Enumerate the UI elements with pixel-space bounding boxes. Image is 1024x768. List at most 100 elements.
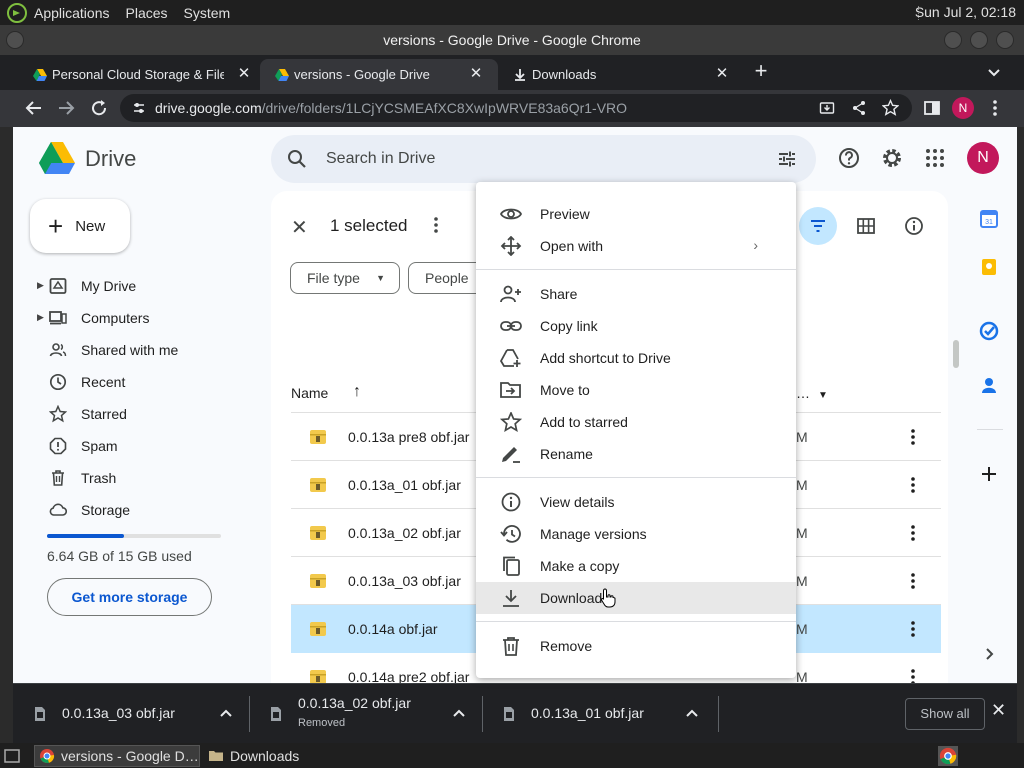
search-icon[interactable]	[287, 149, 307, 169]
search-input[interactable]: Search in Drive	[326, 150, 435, 168]
help-icon[interactable]	[838, 147, 860, 169]
tab-downloads[interactable]: Downloads ✕	[498, 59, 738, 90]
chrome-tray-icon[interactable]	[938, 746, 958, 766]
sidebar-item-shared[interactable]: Shared with me	[13, 334, 253, 366]
chevron-up-icon[interactable]	[452, 707, 466, 721]
tab-versions[interactable]: versions - Google Drive ✕	[260, 59, 498, 90]
clear-selection-icon[interactable]: ✕	[291, 215, 308, 240]
storage-usage-bar	[47, 534, 221, 538]
contacts-icon[interactable]	[979, 375, 999, 395]
sidebar-item-recent[interactable]: Recent	[13, 366, 253, 398]
download-item[interactable]: 0.0.13a_02 obf.jar Removed	[249, 684, 482, 744]
chevron-up-icon[interactable]	[685, 707, 699, 721]
gear-icon[interactable]	[881, 147, 903, 169]
back-icon[interactable]	[24, 98, 44, 118]
bookmark-star-icon[interactable]	[882, 99, 899, 116]
tab-personal-cloud[interactable]: Personal Cloud Storage & File ✕	[18, 59, 260, 90]
menu-item-open-with[interactable]: Open with ›	[476, 230, 796, 262]
more-actions-icon[interactable]	[903, 427, 923, 447]
more-actions-icon[interactable]	[903, 475, 923, 495]
search-bar[interactable]: Search in Drive	[271, 135, 816, 183]
close-downloads-bar-icon[interactable]: ✕	[991, 701, 1007, 719]
spam-icon	[49, 437, 67, 455]
profile-avatar[interactable]: N	[952, 97, 974, 119]
get-more-storage-button[interactable]: Get more storage	[47, 578, 212, 616]
menu-item-add-shortcut-to-drive[interactable]: Add shortcut to Drive	[476, 342, 796, 374]
gnome-foot-icon[interactable]	[6, 2, 28, 24]
new-tab-button[interactable]: +	[752, 60, 770, 82]
menu-item-remove[interactable]: Remove	[476, 630, 796, 662]
window-menu-button[interactable]	[6, 31, 24, 49]
sidebar-item-my-drive[interactable]: ▶ My Drive	[13, 270, 253, 302]
more-actions-icon[interactable]	[903, 619, 923, 639]
panel-clock[interactable]: Sun Jul 2, 02:18	[915, 4, 1016, 20]
tasks-icon[interactable]	[979, 321, 999, 341]
file-type-filter-chip[interactable]: File type ▼	[290, 262, 400, 294]
side-panel-icon[interactable]	[922, 98, 942, 118]
menu-item-copy-link[interactable]: Copy link	[476, 310, 796, 342]
task-chrome-window[interactable]: versions - Google D…	[34, 745, 200, 767]
window-titlebar[interactable]: versions - Google Drive - Google Chrome	[0, 25, 1024, 55]
reload-icon[interactable]	[89, 98, 109, 118]
menu-item-rename[interactable]: Rename	[476, 438, 796, 470]
menu-system[interactable]: System	[184, 5, 231, 21]
menu-item-manage-versions[interactable]: Manage versions	[476, 518, 796, 550]
menu-item-download[interactable]: Download	[476, 582, 796, 614]
chevron-up-icon[interactable]	[219, 707, 233, 721]
show-all-downloads-button[interactable]: Show all	[905, 698, 985, 730]
more-actions-icon[interactable]	[903, 667, 923, 683]
close-tab-icon[interactable]: ✕	[468, 66, 484, 82]
sidebar-item-computers[interactable]: ▶ Computers	[13, 302, 253, 334]
menu-item-add-to-starred[interactable]: Add to starred	[476, 406, 796, 438]
sidebar-item-storage[interactable]: Storage	[13, 494, 253, 526]
menu-applications[interactable]: Applications	[34, 5, 110, 21]
minimize-button[interactable]	[944, 31, 962, 49]
more-actions-icon[interactable]	[903, 523, 923, 543]
more-actions-icon[interactable]	[903, 571, 923, 591]
menu-item-view-details[interactable]: View details	[476, 486, 796, 518]
sidebar-item-trash[interactable]: Trash	[13, 462, 253, 494]
account-avatar[interactable]: N	[967, 142, 999, 174]
maximize-button[interactable]	[970, 31, 988, 49]
new-button[interactable]: + New	[30, 199, 130, 253]
task-downloads-folder[interactable]: Downloads	[204, 745, 344, 767]
address-bar[interactable]: drive.google.com/drive/folders/1LCjYCSME…	[120, 94, 912, 122]
menu-item-share[interactable]: Share	[476, 278, 796, 310]
filter-button[interactable]	[799, 207, 837, 245]
install-app-icon[interactable]	[819, 100, 835, 116]
search-options-icon[interactable]	[777, 149, 797, 169]
close-tab-icon[interactable]: ✕	[714, 66, 730, 82]
menu-item-preview[interactable]: Preview	[476, 198, 796, 230]
show-desktop-icon[interactable]	[4, 748, 20, 764]
menu-item-make-a-copy[interactable]: Make a copy	[476, 550, 796, 582]
add-addon-icon[interactable]	[979, 464, 999, 484]
chevron-down-icon[interactable]	[986, 64, 1002, 80]
download-item[interactable]: 0.0.13a_01 obf.jar	[482, 684, 718, 744]
grid-view-icon[interactable]	[856, 216, 876, 236]
modified-column-header[interactable]: … ▼	[796, 385, 828, 401]
sidebar-item-starred[interactable]: Starred	[13, 398, 253, 430]
download-item[interactable]: 0.0.13a_03 obf.jar	[13, 684, 249, 744]
close-tab-icon[interactable]: ✕	[236, 66, 252, 82]
info-icon[interactable]	[904, 216, 924, 236]
menu-item-label: Add to starred	[540, 414, 628, 430]
share-icon[interactable]	[851, 100, 867, 116]
caret-right-icon[interactable]: ▶	[37, 312, 44, 323]
forward-icon[interactable]	[56, 98, 76, 118]
calendar-icon[interactable]: 31	[979, 209, 999, 229]
more-actions-icon[interactable]	[426, 215, 446, 235]
menu-item-move-to[interactable]: Move to	[476, 374, 796, 406]
kebab-menu-icon[interactable]	[985, 98, 1005, 118]
apps-grid-icon[interactable]	[924, 147, 946, 169]
sort-ascending-icon[interactable]: ↑	[353, 383, 361, 401]
sidebar-item-spam[interactable]: Spam	[13, 430, 253, 462]
tune-icon[interactable]	[132, 101, 146, 115]
menu-places[interactable]: Places	[126, 5, 168, 21]
keep-icon[interactable]	[979, 257, 999, 277]
google-drive-logo[interactable]	[38, 141, 76, 175]
caret-right-icon[interactable]: ▶	[37, 280, 44, 291]
chevron-right-icon[interactable]	[979, 644, 999, 664]
name-column-header[interactable]: Name	[291, 385, 328, 401]
scrollbar-thumb[interactable]	[953, 340, 959, 368]
close-window-button[interactable]	[996, 31, 1014, 49]
